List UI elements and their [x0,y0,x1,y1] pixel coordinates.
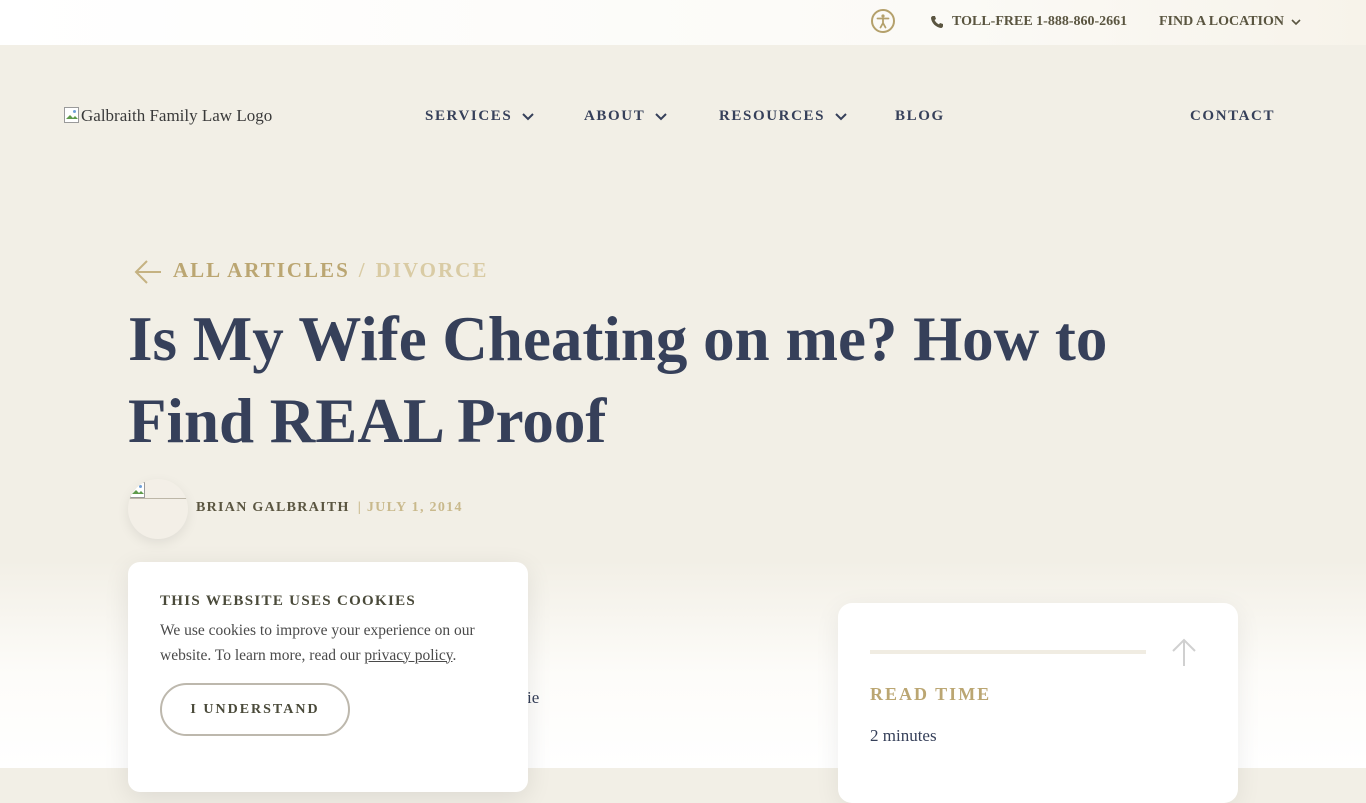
logo-alt-text: Galbraith Family Law Logo [81,106,273,125]
site-logo[interactable]: Galbraith Family Law Logo [64,106,272,126]
cookie-title: THIS WEBSITE USES COOKIES [160,593,417,609]
author-avatar [128,479,188,539]
arrow-up-icon[interactable] [1169,636,1199,668]
accessibility-button[interactable] [871,9,895,33]
phone-label: TOLL-FREE 1-888-860-2661 [952,14,1128,29]
reading-progress-bar [870,650,1146,654]
nav-services-label: SERVICES [425,108,513,124]
nav-about[interactable]: ABOUT [584,108,668,125]
phone-icon [931,16,943,28]
broken-image-icon [64,107,79,123]
phone-link[interactable]: TOLL-FREE 1-888-860-2661 [930,14,1127,30]
article-body-text: ie [527,688,540,707]
nav-resources-label: RESOURCES [719,108,826,124]
nav-contact-label: CONTACT [1190,108,1276,124]
cookie-text-end: . [452,646,457,664]
breadcrumb-separator: / [358,258,367,282]
nav-blog[interactable]: BLOG [895,108,945,125]
privacy-policy-link[interactable]: privacy policy [364,647,452,664]
nav-contact[interactable]: CONTACT [1190,108,1275,125]
breadcrumb: ALL ARTICLES / DIVORCE [173,258,488,283]
chevron-down-icon [522,112,535,120]
read-time-card: READ TIME 2 minutes [838,603,1238,803]
avatar-divider [128,498,188,499]
nav-about-label: ABOUT [584,108,646,124]
nav-blog-label: BLOG [895,108,945,124]
broken-image-icon [130,482,145,498]
nav-resources[interactable]: RESOURCES [719,108,847,125]
nav-services[interactable]: SERVICES [425,108,535,125]
article-title: Is My Wife Cheating on me? How to Find R… [128,304,1108,456]
article-byline: BRIAN GALBRAITH | JULY 1, 2014 [196,500,463,516]
find-location-label: FIND A LOCATION [1159,14,1284,29]
author-name[interactable]: BRIAN GALBRAITH [196,500,350,516]
accessibility-icon [876,14,890,29]
chevron-down-icon [835,112,847,120]
publish-date: | JULY 1, 2014 [357,500,463,515]
read-time-value: 2 minutes [870,726,937,745]
cookie-banner: THIS WEBSITE USES COOKIES We use cookies… [128,562,528,792]
find-location-dropdown[interactable]: FIND A LOCATION [1159,14,1301,30]
chevron-down-icon [1291,18,1301,25]
read-time-label: READ TIME [870,684,992,704]
breadcrumb-all-articles[interactable]: ALL ARTICLES [173,258,350,283]
breadcrumb-category[interactable]: DIVORCE [376,258,489,283]
chevron-down-icon [655,112,668,120]
accept-cookies-button[interactable]: I UNDERSTAND [160,683,350,736]
top-utility-bar: TOLL-FREE 1-888-860-2661 FIND A LOCATION [0,0,1366,45]
cookie-text: We use cookies to improve your experienc… [160,619,500,668]
arrow-left-icon[interactable] [130,257,164,287]
